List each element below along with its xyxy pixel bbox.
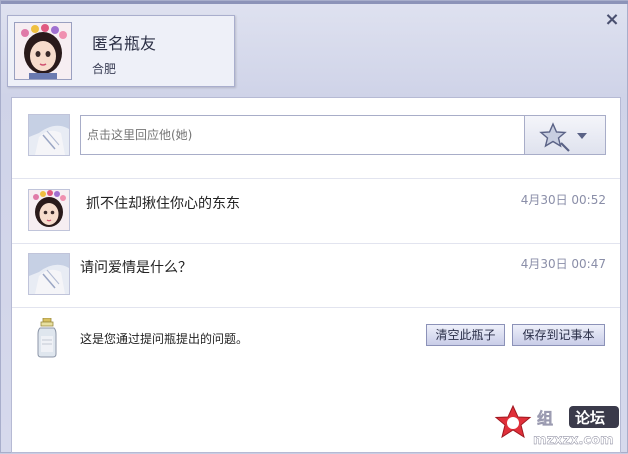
bottle-icon — [37, 318, 57, 358]
message-row: 请问爱情是什么？ 4月30日 00:47 — [12, 243, 620, 308]
reply-row — [12, 98, 620, 179]
close-button[interactable]: × — [603, 11, 621, 29]
forum-watermark: 组 论坛 mzxzx.com — [493, 402, 625, 450]
profile-city: 合肥 — [92, 62, 117, 76]
profile-card: 匿名瓶友 合肥 — [7, 15, 235, 87]
female-avatar-icon — [29, 190, 69, 230]
reply-input[interactable] — [80, 115, 524, 155]
sender-avatar[interactable] — [28, 253, 70, 295]
my-avatar[interactable] — [28, 114, 70, 156]
female-avatar-icon — [15, 23, 71, 79]
message-text: 请问爱情是什么？ — [80, 260, 192, 276]
male-avatar-icon — [29, 254, 69, 294]
sender-avatar[interactable] — [28, 189, 70, 231]
bottle-dialog: × 匿名瓶友 合肥 点击这里回应他(她) 抓不住却揪住你心的东东 4月30日 0… — [0, 0, 628, 453]
question-footer: 这是您通过提问瓶提出的问题。 清空此瓶子 保存到记事本 — [12, 306, 620, 366]
message-row: 抓不住却揪住你心的东东 4月30日 00:52 — [12, 179, 620, 244]
chevron-down-icon — [577, 133, 587, 139]
profile-name: 匿名瓶友 — [92, 34, 157, 53]
svg-text:组: 组 — [537, 409, 553, 428]
message-time: 4月30日 00:47 — [520, 257, 606, 271]
magic-wand-star-icon — [539, 122, 587, 152]
clear-bottle-button[interactable]: 清空此瓶子 — [426, 324, 505, 346]
svg-text:论坛: 论坛 — [575, 409, 605, 427]
conversation-panel: 抓不住却揪住你心的东东 4月30日 00:52 请问爱情是什么？ 4月30日 0… — [11, 97, 621, 453]
svg-text:mzxzx.com: mzxzx.com — [533, 433, 614, 448]
message-time: 4月30日 00:52 — [520, 193, 606, 207]
save-to-notepad-button[interactable]: 保存到记事本 — [512, 324, 605, 346]
forum-logo-icon: 组 论坛 mzxzx.com — [494, 404, 619, 448]
message-text: 抓不住却揪住你心的东东 — [86, 196, 240, 212]
profile-avatar[interactable] — [14, 22, 72, 80]
male-avatar-icon — [29, 115, 69, 155]
title-strip — [1, 1, 628, 4]
emote-picker-button[interactable] — [524, 115, 606, 155]
question-note: 这是您通过提问瓶提出的问题。 — [80, 332, 249, 346]
